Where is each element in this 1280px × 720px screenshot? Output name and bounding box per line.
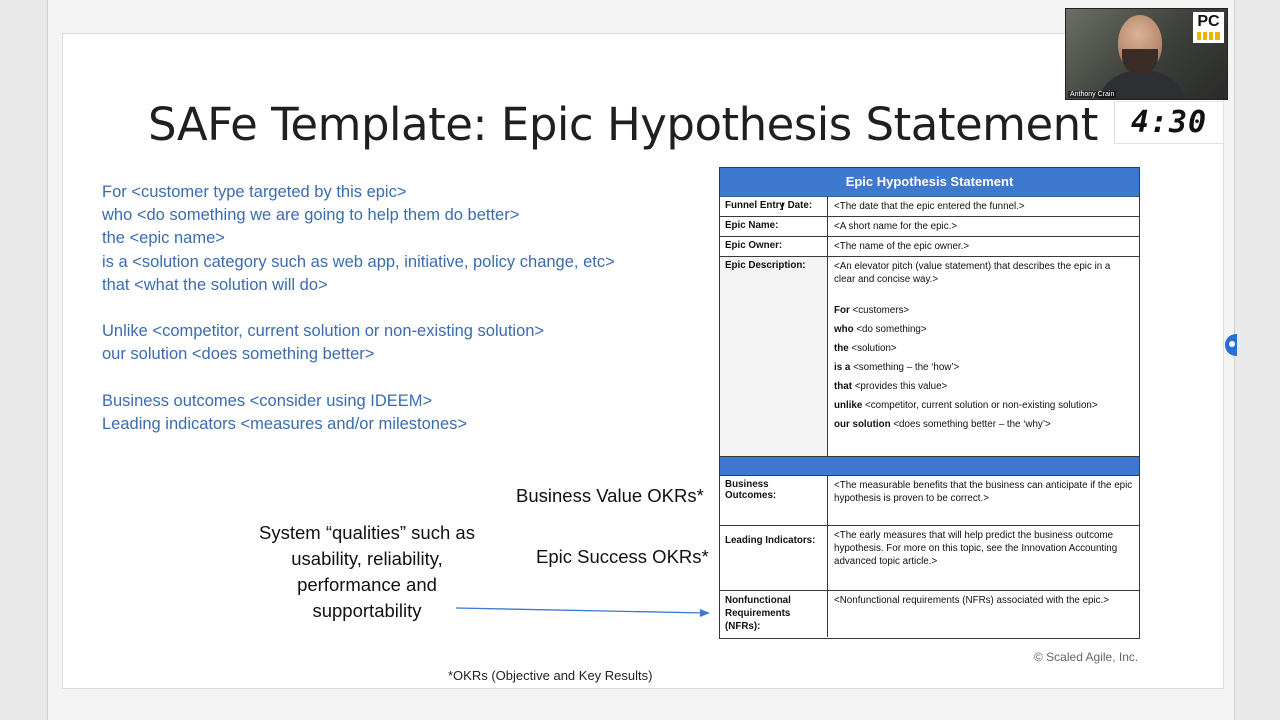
webcam-video-tile[interactable]: PC Anthony Crain <box>1065 8 1228 100</box>
description-line: our solution <does something better – th… <box>834 419 1051 430</box>
table-row: Epic Name: <A short name for the epic.> <box>720 217 1139 237</box>
template-line: Business outcomes <consider using IDEEM> <box>102 391 433 410</box>
description-intro: <An elevator pitch (value statement) tha… <box>834 261 1111 285</box>
slide-title: SAFe Template: Epic Hypothesis Statement <box>148 98 1098 151</box>
text-cursor-icon: I <box>781 201 785 213</box>
template-spacer <box>102 367 702 390</box>
presenter-name: Anthony Crain <box>1068 91 1117 98</box>
description-line: For <customers> <box>834 305 910 316</box>
leading-indicators-value: <The early measures that will help predi… <box>834 530 1118 567</box>
template-line: the <epic name> <box>102 229 225 248</box>
epic-description-value: <An elevator pitch (value statement) tha… <box>828 257 1139 456</box>
table-row: Nonfunctional Requirements (NFRs): <Nonf… <box>720 591 1139 637</box>
epic-name-value: <A short name for the epic.> <box>834 221 958 232</box>
epic-success-okrs-label: Epic Success OKRs* <box>536 546 709 567</box>
business-outcomes-value: <The measurable benefits that the busine… <box>834 480 1133 504</box>
epic-owner-value: <The name of the epic owner.> <box>834 241 970 252</box>
okr-footnote: *OKRs (Objective and Key Results) <box>448 668 653 683</box>
table-divider-band <box>720 457 1139 476</box>
table-header: Epic Hypothesis Statement <box>720 168 1139 197</box>
business-value-okrs-label: Business Value OKRs* <box>516 485 704 506</box>
description-line: that <provides this value> <box>834 381 948 392</box>
funnel-entry-label: Funnel Entry Date: <box>720 197 828 216</box>
nfr-arrow <box>455 607 710 617</box>
description-line: is a <something – the ‘how’> <box>834 362 960 373</box>
template-line: is a <solution category such as web app,… <box>102 252 615 271</box>
countdown-timer: 4:30 <box>1114 101 1224 144</box>
template-line: our solution <does something better> <box>102 345 375 364</box>
nfrs-value: <Nonfunctional requirements (NFRs) assoc… <box>834 595 1109 606</box>
template-line: Unlike <competitor, current solution or … <box>102 322 545 341</box>
business-outcomes-label: Business Outcomes: <box>720 476 828 525</box>
system-qualities-callout: System “qualities” such as usability, re… <box>259 522 475 621</box>
leading-indicators-label: Leading Indicators: <box>720 526 828 590</box>
copyright-notice: © Scaled Agile, Inc. <box>1034 650 1139 664</box>
hypothesis-template-text: For <customer type targeted by this epic… <box>102 181 702 436</box>
template-line: who <do something we are going to help t… <box>102 206 520 225</box>
template-line: Leading indicators <measures and/or mile… <box>102 415 468 433</box>
epic-hypothesis-table: Epic Hypothesis Statement Funnel Entry D… <box>719 167 1140 639</box>
template-spacer <box>102 297 702 320</box>
nfrs-label: Nonfunctional Requirements (NFRs): <box>720 591 828 637</box>
template-line: For <customer type targeted by this epic… <box>102 183 407 201</box>
template-line: that <what the solution will do> <box>102 275 328 294</box>
funnel-entry-value: <The date that the epic entered the funn… <box>834 201 1025 212</box>
description-lines: For <customers> who <do something> the <… <box>834 304 1133 431</box>
table-row: Epic Description: <An elevator pitch (va… <box>720 257 1139 457</box>
pc-logo-icon: PC <box>1193 12 1224 43</box>
table-row: Business Outcomes: <The measurable benef… <box>720 476 1139 526</box>
epic-description-label: Epic Description: <box>720 257 828 456</box>
table-row: Leading Indicators: <The early measures … <box>720 526 1139 591</box>
epic-owner-label: Epic Owner: <box>720 237 828 256</box>
description-line: unlike <competitor, current solution or … <box>834 400 1098 411</box>
description-line: the <solution> <box>834 343 897 354</box>
epic-name-label: Epic Name: <box>720 217 828 236</box>
table-row: Epic Owner: <The name of the epic owner.… <box>720 237 1139 257</box>
description-line: who <do something> <box>834 324 927 335</box>
